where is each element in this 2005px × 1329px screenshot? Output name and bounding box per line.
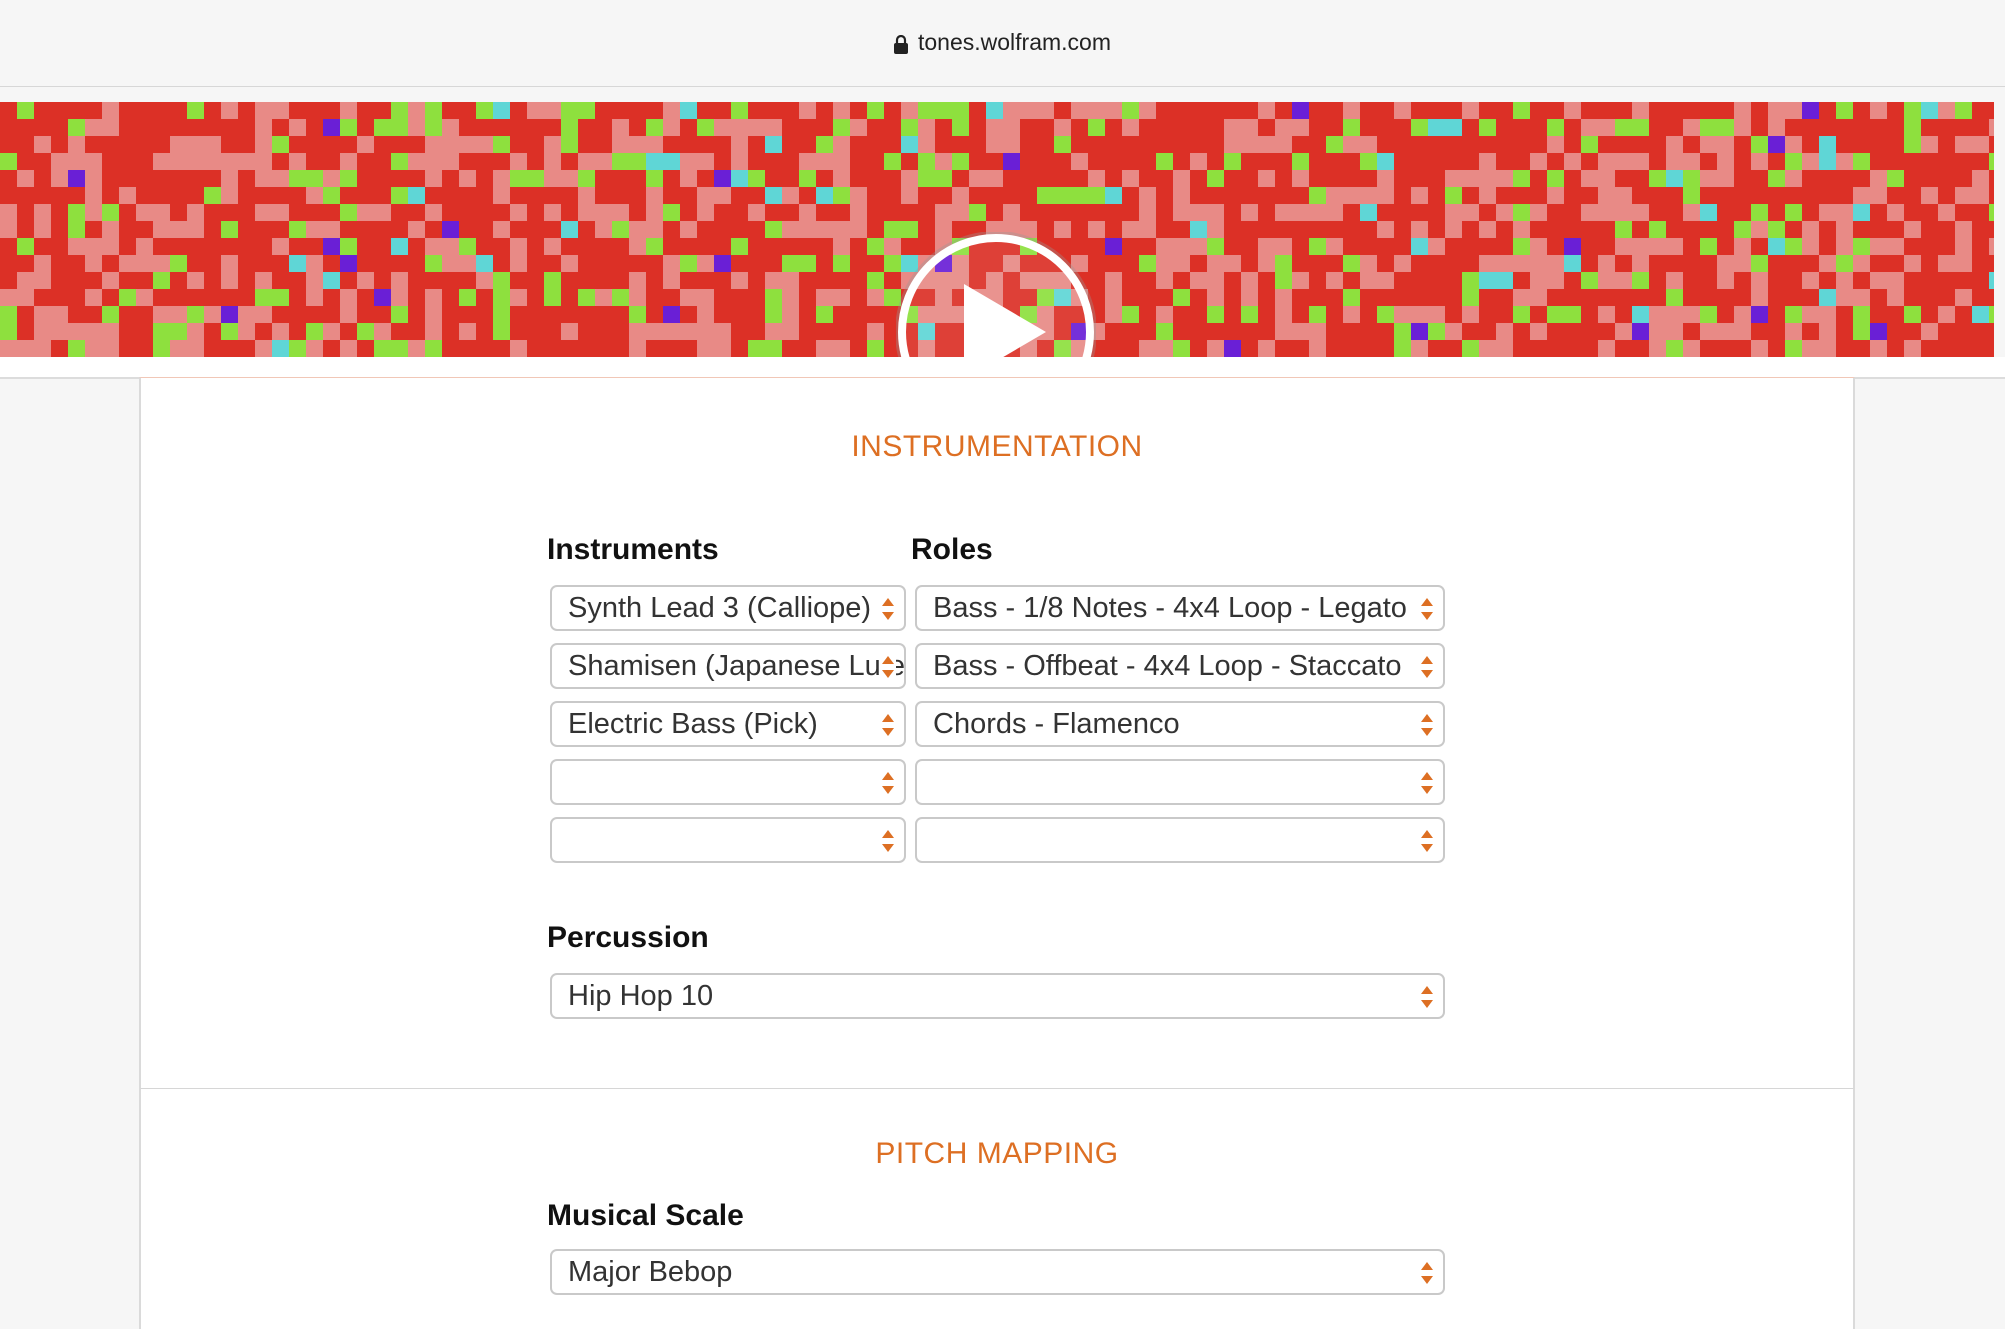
select-arrows-icon bbox=[880, 654, 896, 680]
musical-scale-select[interactable]: Major Bebop bbox=[550, 1249, 1445, 1295]
instrument-select-1[interactable]: Synth Lead 3 (Calliope) bbox=[550, 585, 906, 631]
role-select-2[interactable]: Bass - Offbeat - 4x4 Loop - Staccato bbox=[915, 643, 1445, 689]
play-button[interactable] bbox=[895, 231, 1097, 357]
percussion-select-value: Hip Hop 10 bbox=[568, 980, 714, 1012]
role-select-1[interactable]: Bass - 1/8 Notes - 4x4 Loop - Legato bbox=[915, 585, 1445, 631]
instrument-select-5[interactable] bbox=[550, 817, 906, 863]
select-arrows-icon bbox=[1419, 770, 1435, 796]
instrument-select-value: Synth Lead 3 (Calliope) bbox=[568, 592, 872, 624]
browser-address-bar[interactable]: tones.wolfram.com bbox=[0, 0, 2005, 87]
url-text: tones.wolfram.com bbox=[917, 28, 1111, 55]
instrument-select-4[interactable] bbox=[550, 759, 906, 805]
percussion-label: Percussion bbox=[547, 921, 709, 954]
role-select-value: Bass - Offbeat - 4x4 Loop - Staccato bbox=[933, 650, 1402, 682]
instrument-select-value: Electric Bass (Pick) bbox=[568, 708, 818, 740]
role-select-5[interactable] bbox=[915, 817, 1445, 863]
musical-scale-select-value: Major Bebop bbox=[568, 1256, 733, 1288]
select-arrows-icon bbox=[1419, 984, 1435, 1010]
instrument-select-value: Shamisen (Japanese Lute) bbox=[568, 650, 906, 682]
musical-scale-label: Musical Scale bbox=[547, 1199, 744, 1232]
select-arrows-icon bbox=[880, 828, 896, 854]
select-arrows-icon bbox=[880, 770, 896, 796]
role-select-value: Bass - 1/8 Notes - 4x4 Loop - Legato bbox=[933, 592, 1407, 624]
select-arrows-icon bbox=[880, 596, 896, 622]
pitch-mapping-title: PITCH MAPPING bbox=[875, 1137, 1119, 1170]
select-arrows-icon bbox=[1419, 596, 1435, 622]
select-arrows-icon bbox=[1419, 828, 1435, 854]
instruments-label: Instruments bbox=[547, 533, 719, 566]
banner-divider bbox=[0, 357, 2005, 379]
select-arrows-icon bbox=[1419, 712, 1435, 738]
lock-icon bbox=[893, 33, 908, 54]
role-select-3[interactable]: Chords - Flamenco bbox=[915, 701, 1445, 747]
instrumentation-panel: INSTRUMENTATION Instruments Roles Synth … bbox=[139, 377, 1855, 1090]
instrumentation-title: INSTRUMENTATION bbox=[851, 430, 1143, 463]
roles-label: Roles bbox=[911, 533, 993, 566]
select-arrows-icon bbox=[880, 712, 896, 738]
cellular-automaton-banner bbox=[0, 102, 1994, 357]
percussion-select[interactable]: Hip Hop 10 bbox=[550, 973, 1445, 1019]
url-display[interactable]: tones.wolfram.com bbox=[893, 28, 1111, 56]
role-select-4[interactable] bbox=[915, 759, 1445, 805]
play-icon bbox=[895, 231, 1097, 357]
role-select-value: Chords - Flamenco bbox=[933, 708, 1180, 740]
select-arrows-icon bbox=[1419, 1260, 1435, 1286]
select-arrows-icon bbox=[1419, 654, 1435, 680]
pitch-mapping-panel: PITCH MAPPING Musical Scale Major Bebop bbox=[139, 1089, 1855, 1329]
instrument-select-3[interactable]: Electric Bass (Pick) bbox=[550, 701, 906, 747]
instrument-select-2[interactable]: Shamisen (Japanese Lute) bbox=[550, 643, 906, 689]
